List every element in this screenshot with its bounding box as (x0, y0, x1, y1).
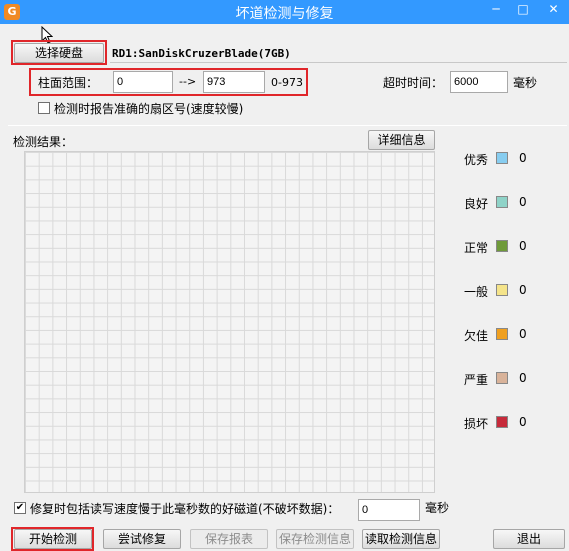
maximize-button[interactable]: □ (510, 0, 536, 20)
details-button[interactable]: 详细信息 (368, 130, 435, 150)
legend-count-damaged: 0 (519, 415, 527, 429)
read-info-button[interactable]: 读取检测信息 (362, 529, 440, 549)
save-report-button[interactable]: 保存报表 (190, 529, 268, 549)
legend-label-good: 良好 (464, 197, 489, 211)
slow-track-input[interactable] (358, 499, 420, 521)
sector-grid (24, 151, 435, 493)
legend-label-damaged: 损坏 (464, 417, 489, 431)
legend-count-good: 0 (519, 195, 527, 209)
try-repair-button[interactable]: 尝试修复 (103, 529, 181, 549)
slow-track-checkbox[interactable]: ✔ (14, 502, 26, 514)
report-sector-label: 检测时报告准确的扇区号(速度较慢) (54, 102, 244, 116)
legend-swatch-severe (496, 372, 508, 384)
slow-track-label: 修复时包括读写速度慢于此毫秒数的好磁道(不破坏数据)： (30, 502, 340, 516)
minimize-button[interactable]: ─ (483, 0, 509, 20)
legend-label-poor: 欠佳 (464, 329, 489, 343)
timeout-label: 超时时间： (383, 76, 444, 90)
legend-label-severe: 严重 (464, 373, 489, 387)
legend-count-poor: 0 (519, 327, 527, 341)
report-sector-checkbox[interactable] (38, 102, 50, 114)
slow-track-unit: 毫秒 (425, 501, 450, 515)
legend-swatch-excellent (496, 152, 508, 164)
disk-name-underline (110, 62, 567, 63)
results-label: 检测结果： (13, 135, 74, 149)
legend-label-fair: 一般 (464, 285, 489, 299)
legend-count-severe: 0 (519, 371, 527, 385)
exit-button[interactable]: 退出 (493, 529, 565, 549)
save-info-button[interactable]: 保存检测信息 (276, 529, 354, 549)
timeout-input[interactable] (450, 71, 508, 93)
legend-swatch-normal (496, 240, 508, 252)
range-from-input[interactable] (113, 71, 173, 93)
range-label: 柱面范围： (38, 76, 99, 90)
legend-count-fair: 0 (519, 283, 527, 297)
close-button[interactable]: ✕ (538, 0, 569, 20)
legend-count-normal: 0 (519, 239, 527, 253)
legend-count-excellent: 0 (519, 151, 527, 165)
legend-swatch-poor (496, 328, 508, 340)
title-bar: G 坏道检测与修复 ─ □ ✕ (0, 0, 569, 24)
legend-swatch-good (496, 196, 508, 208)
range-to-input[interactable] (203, 71, 265, 93)
separator (8, 125, 567, 126)
timeout-unit: 毫秒 (513, 76, 538, 90)
range-hint: 0-973 (271, 76, 303, 89)
legend-swatch-fair (496, 284, 508, 296)
start-detect-button[interactable]: 开始检测 (14, 529, 92, 549)
legend-label-excellent: 优秀 (464, 153, 489, 167)
legend-swatch-damaged (496, 416, 508, 428)
select-disk-button[interactable]: 选择硬盘 (14, 43, 104, 63)
disk-name: RD1:SanDiskCruzerBlade(7GB) (112, 47, 291, 60)
legend-label-normal: 正常 (464, 241, 489, 255)
range-arrow: --> (179, 75, 197, 88)
